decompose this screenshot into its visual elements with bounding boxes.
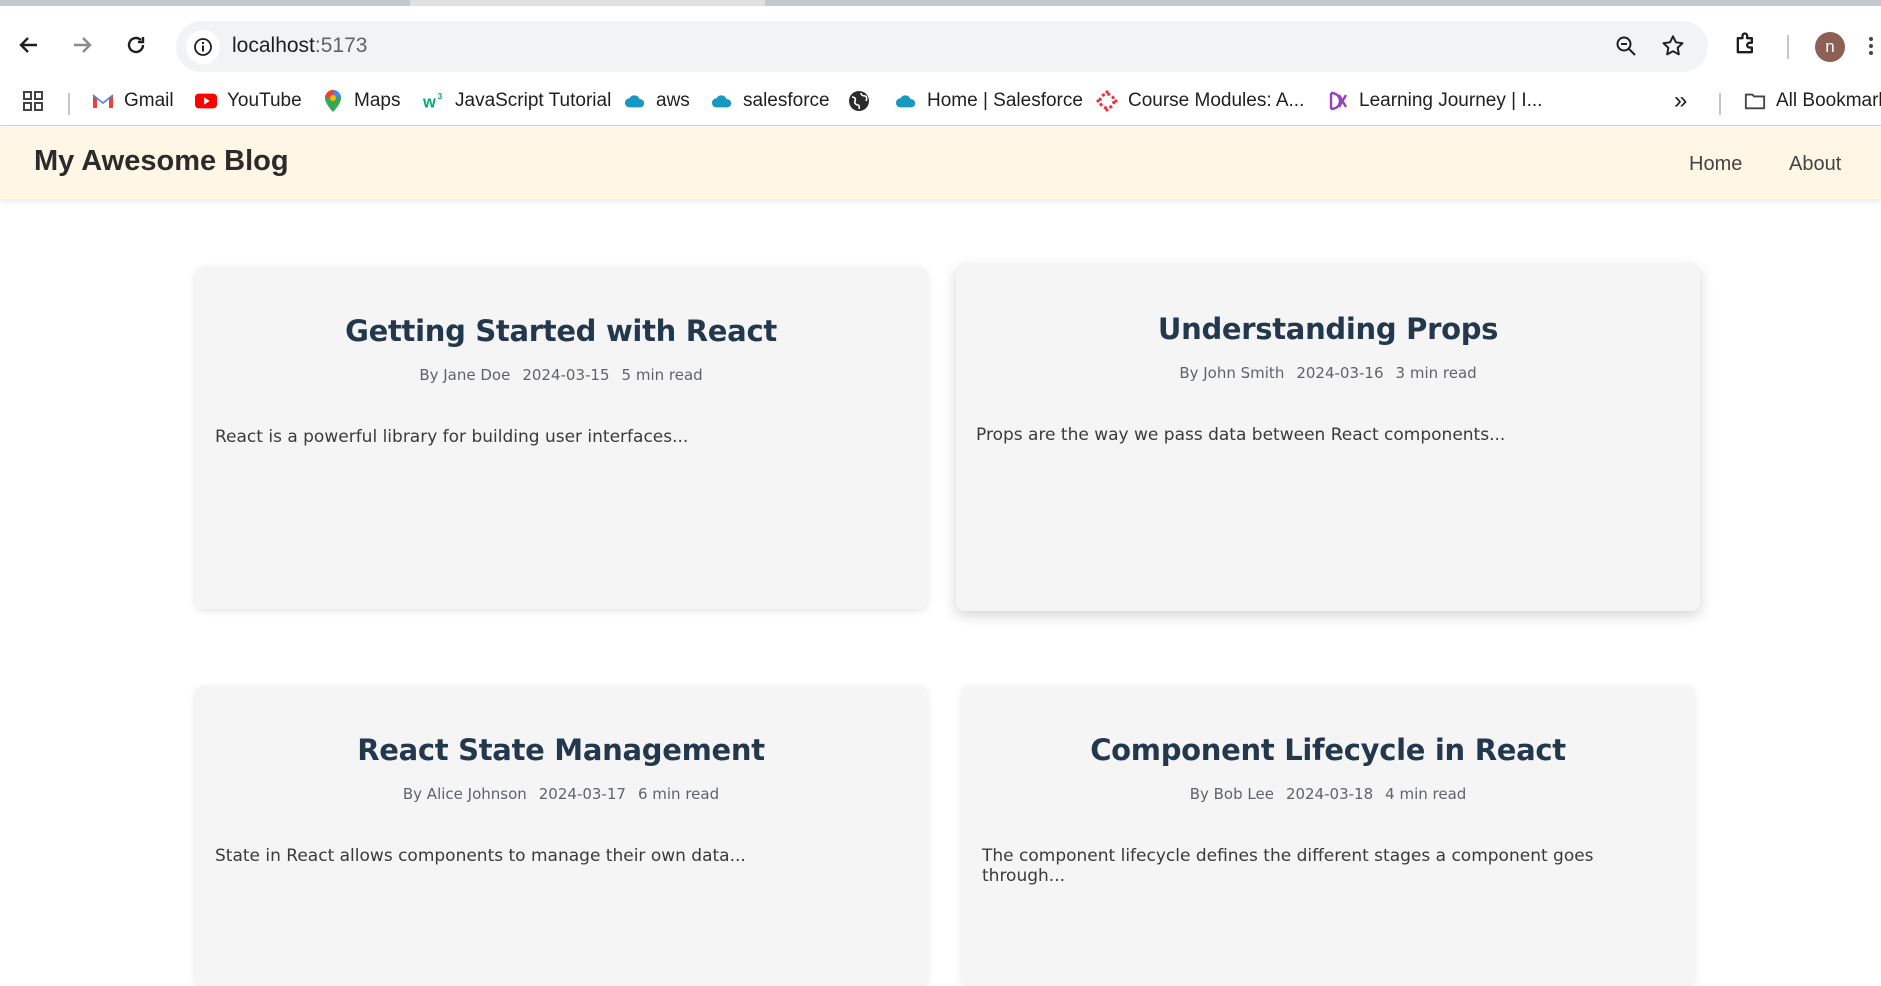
bookmarks-divider [68, 93, 70, 115]
post-date: 2024-03-16 [1296, 364, 1384, 382]
info-icon [194, 38, 212, 56]
all-bookmarks-folder[interactable]: All Bookmarks [1744, 84, 1881, 118]
cloud-icon [711, 90, 733, 112]
post-excerpt: The component lifecycle defines the diff… [982, 846, 1594, 886]
zoom-button[interactable] [1614, 34, 1638, 62]
back-button[interactable] [12, 28, 46, 62]
post-read-time: 3 min read [1395, 364, 1477, 382]
bookmarks-overflow-button[interactable]: » [1674, 84, 1687, 118]
browser-menu-button[interactable] [1868, 34, 1874, 60]
post-read-time: 5 min read [621, 366, 703, 384]
reload-icon [127, 36, 145, 54]
bookmark-label: JavaScript Tutorial [455, 90, 612, 111]
gmail-icon [92, 90, 114, 112]
bookmark-course-modules[interactable]: Course Modules: A... [1096, 84, 1304, 118]
post-author: By Alice Johnson [402, 785, 527, 803]
bookmark-youtube[interactable]: YouTube [195, 84, 302, 118]
browser-toolbar: localhost:5173 n [0, 6, 1881, 76]
forward-arrow-icon [74, 37, 92, 53]
bookmark-gmail[interactable]: Gmail [92, 84, 174, 118]
bookmark-label: Gmail [124, 90, 174, 111]
cloud-icon [624, 90, 646, 112]
puzzle-icon [1736, 32, 1753, 54]
learning-icon [1327, 90, 1349, 112]
apps-button[interactable] [22, 84, 54, 118]
post-meta: By John Smith 2024-03-16 3 min read [956, 364, 1700, 382]
bookmarks-bar: Gmail YouTube Maps w3 JavaScript Tutoria… [0, 76, 1881, 126]
nav-link-home[interactable]: Home [1689, 153, 1742, 176]
address-bar[interactable]: localhost:5173 [176, 21, 1708, 72]
bookmark-label: Learning Journey | I... [1359, 90, 1543, 111]
bookmark-label: All Bookmarks [1776, 90, 1881, 111]
post-read-time: 4 min read [1385, 785, 1467, 803]
bookmark-salesforce[interactable]: salesforce [711, 84, 830, 118]
url-host: localhost [232, 34, 315, 57]
bookmark-label: Course Modules: A... [1128, 90, 1305, 111]
bookmarks-divider [1719, 93, 1721, 115]
bookmark-label: salesforce [743, 90, 830, 111]
bookmark-label: Maps [354, 90, 401, 111]
toolbar-divider [1787, 35, 1789, 59]
post-meta: By Jane Doe 2024-03-15 5 min read [195, 366, 927, 384]
cloud-icon [895, 90, 917, 112]
post-date: 2024-03-18 [1285, 785, 1374, 803]
site-title[interactable]: My Awesome Blog [34, 145, 289, 178]
bookmark-javascript-tutorial[interactable]: w3 JavaScript Tutorial [423, 84, 611, 118]
globe-icon [848, 90, 870, 112]
post-date: 2024-03-17 [538, 785, 626, 803]
zoom-icon [1616, 36, 1636, 56]
svg-text:w: w [423, 93, 436, 111]
post-meta: By Bob Lee 2024-03-18 4 min read [962, 785, 1694, 803]
app-header: My Awesome Blog Home About [0, 127, 1881, 199]
post-author: By Jane Doe [419, 366, 511, 384]
bookmark-label: Home | Salesforce [927, 90, 1083, 111]
post-title[interactable]: React State Management [195, 733, 927, 767]
bookmark-star-button[interactable] [1660, 33, 1686, 63]
post-date: 2024-03-15 [522, 366, 610, 384]
youtube-icon [195, 90, 217, 112]
post-author: By John Smith [1179, 364, 1285, 382]
post-excerpt: React is a powerful library for building… [215, 427, 689, 447]
post-excerpt: Props are the way we pass data between R… [976, 425, 1506, 445]
post-meta: By Alice Johnson 2024-03-17 6 min read [195, 785, 927, 803]
bookmark-label: aws [656, 90, 690, 111]
folder-icon [1744, 90, 1766, 112]
post-card[interactable]: Getting Started with React By Jane Doe 20… [195, 267, 927, 609]
url-port: :5173 [314, 34, 368, 57]
w3schools-icon: w3 [423, 90, 445, 112]
profile-avatar[interactable]: n [1815, 32, 1845, 62]
bookmark-globe[interactable] [848, 84, 880, 118]
post-title[interactable]: Component Lifecycle in React [962, 733, 1694, 767]
svg-text:3: 3 [438, 92, 443, 101]
post-excerpt: State in React allows components to mana… [215, 846, 746, 866]
bookmark-aws[interactable]: aws [624, 84, 690, 118]
back-arrow-icon [19, 37, 37, 53]
site-info-button[interactable] [186, 30, 220, 64]
bookmark-maps[interactable]: Maps [322, 84, 400, 118]
post-card[interactable]: Component Lifecycle in React By Bob Lee 2… [962, 686, 1694, 986]
post-card[interactable]: React State Management By Alice Johnson 2… [195, 686, 927, 986]
maps-icon [322, 90, 344, 112]
apps-grid-icon [22, 90, 44, 112]
extensions-button[interactable] [1732, 30, 1760, 62]
bookmark-label: YouTube [227, 90, 302, 111]
forward-button[interactable] [65, 28, 99, 62]
post-title[interactable]: Understanding Props [956, 312, 1700, 346]
reload-button[interactable] [119, 28, 153, 62]
nav-link-about[interactable]: About [1789, 153, 1841, 176]
post-author: By Bob Lee [1189, 785, 1274, 803]
canvas-icon [1096, 90, 1118, 112]
post-title[interactable]: Getting Started with React [195, 314, 927, 348]
bookmark-home-salesforce[interactable]: Home | Salesforce [895, 84, 1083, 118]
star-icon [1662, 35, 1684, 56]
post-card[interactable]: Understanding Props By John Smith 2024-03… [956, 265, 1700, 611]
url-text: localhost:5173 [232, 34, 367, 58]
bookmark-learning-journey[interactable]: Learning Journey | I... [1327, 84, 1542, 118]
post-read-time: 6 min read [637, 785, 720, 803]
